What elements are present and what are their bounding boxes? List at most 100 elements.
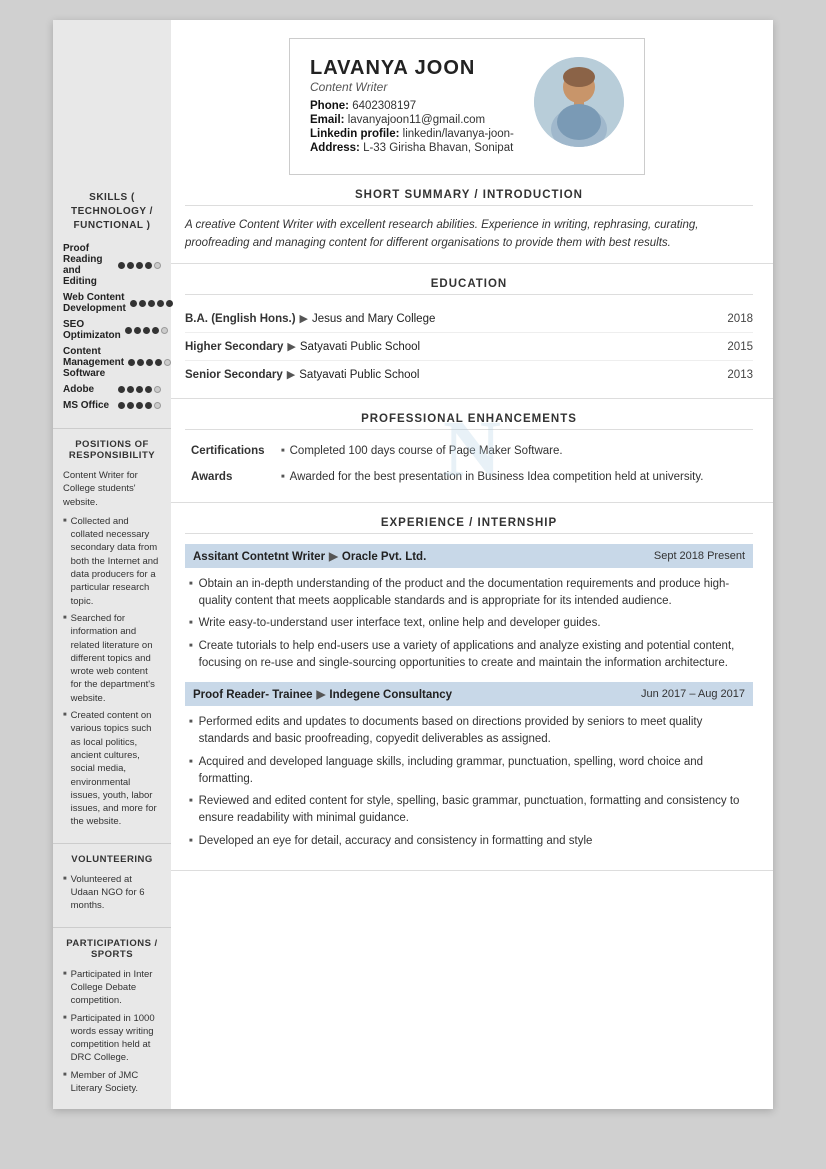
linkedin-label: Linkedin profile: bbox=[310, 128, 399, 140]
skill-dot bbox=[139, 300, 146, 307]
skill-dot bbox=[145, 402, 152, 409]
experience-section: EXPERIENCE / INTERNSHIP Assitant Contetn… bbox=[171, 503, 773, 871]
enhancement-row: Certifications Completed 100 days course … bbox=[185, 440, 753, 466]
skill-dot bbox=[146, 359, 153, 366]
skill-dots bbox=[118, 386, 161, 393]
skill-dot bbox=[161, 327, 168, 334]
edu-left: B.A. (English Hons.)▶Jesus and Mary Coll… bbox=[185, 312, 435, 325]
summary-text: A creative Content Writer with excellent… bbox=[185, 216, 753, 253]
exp-bullet-item: Reviewed and edited content for style, s… bbox=[189, 793, 753, 828]
enhancement-bullet: Awarded for the best presentation in Bus… bbox=[281, 471, 747, 483]
exp-bullet-item: Write easy-to-understand user interface … bbox=[189, 615, 753, 632]
left-top-gray bbox=[53, 20, 171, 175]
skills-section: SKILLS ( TECHNOLOGY / FUNCTIONAL ) Proof… bbox=[53, 175, 171, 429]
skill-dot bbox=[143, 327, 150, 334]
enhancements-section: N PROFESSIONAL ENHANCEMENTS Certificatio… bbox=[171, 399, 773, 503]
skill-dots bbox=[130, 300, 173, 307]
skill-name: SEO Optimizaton bbox=[63, 319, 121, 341]
skill-dots bbox=[125, 327, 168, 334]
skill-dot bbox=[118, 386, 125, 393]
volunteering-title: VOLUNTEERING bbox=[63, 854, 161, 865]
participations-section: PARTICIPATIONS / SPORTS Participated in … bbox=[53, 928, 171, 1110]
skill-dot bbox=[130, 300, 137, 307]
edu-year: 2018 bbox=[727, 313, 753, 325]
skill-item: MS Office bbox=[63, 400, 161, 411]
skill-dots bbox=[128, 359, 171, 366]
linkedin-row: Linkedin profile: linkedin/lavanya-joon- bbox=[310, 128, 514, 140]
skill-dot bbox=[118, 262, 125, 269]
address-label: Address: bbox=[310, 142, 360, 154]
enhancement-content: Awarded for the best presentation in Bus… bbox=[275, 466, 753, 492]
exp-bullet-item: Performed edits and updates to documents… bbox=[189, 714, 753, 749]
experience-jobs: Assitant Contetnt Writer▶Oracle Pvt. Ltd… bbox=[185, 544, 753, 850]
education-row: Higher Secondary▶Satyavati Public School… bbox=[185, 333, 753, 361]
skill-dot bbox=[118, 402, 125, 409]
skill-dot bbox=[154, 386, 161, 393]
volunteering-section: VOLUNTEERING Volunteered at Udaan NGO fo… bbox=[53, 844, 171, 928]
phone-label: Phone: bbox=[310, 100, 349, 112]
header-info: LAVANYA JOON Content Writer Phone: 64023… bbox=[310, 57, 514, 156]
edu-year: 2015 bbox=[727, 341, 753, 353]
summary-title: SHORT SUMMARY / INTRODUCTION bbox=[185, 189, 753, 206]
edu-left: Higher Secondary▶Satyavati Public School bbox=[185, 340, 420, 353]
address-row: Address: L-33 Girisha Bhavan, Sonipat bbox=[310, 142, 514, 154]
positions-bullet-item: Collected and collated necessary seconda… bbox=[63, 515, 161, 608]
exp-header: Proof Reader- Trainee▶Indegene Consultan… bbox=[185, 682, 753, 706]
skill-name: Web Content Development bbox=[63, 292, 126, 314]
participations-bullet-item: Participated in Inter College Debate com… bbox=[63, 968, 161, 1008]
skill-dot bbox=[148, 300, 155, 307]
positions-title: POSITIONS OF RESPONSIBILITY bbox=[63, 439, 161, 461]
skill-dot bbox=[154, 262, 161, 269]
positions-section: POSITIONS OF RESPONSIBILITY Content Writ… bbox=[53, 429, 171, 844]
skill-dot bbox=[136, 386, 143, 393]
education-list: B.A. (English Hons.)▶Jesus and Mary Coll… bbox=[185, 305, 753, 388]
enhancements-title: PROFESSIONAL ENHANCEMENTS bbox=[185, 413, 753, 430]
participations-bullet-item: Member of JMC Literary Society. bbox=[63, 1069, 161, 1096]
skill-dot bbox=[136, 402, 143, 409]
enhancement-label: Certifications bbox=[185, 440, 275, 466]
skill-name: MS Office bbox=[63, 400, 114, 411]
exp-bullet-item: Create tutorials to help end-users use a… bbox=[189, 638, 753, 673]
skill-dot bbox=[127, 262, 134, 269]
resume-container: LAVANYA JOON Content Writer Phone: 64023… bbox=[53, 20, 773, 1109]
exp-bullets: Obtain an in-depth understanding of the … bbox=[185, 576, 753, 672]
skill-dot bbox=[128, 359, 135, 366]
positions-bullets: Collected and collated necessary seconda… bbox=[63, 515, 161, 829]
edu-left: Senior Secondary▶Satyavati Public School bbox=[185, 368, 419, 381]
edu-year: 2013 bbox=[727, 369, 753, 381]
skill-name: Adobe bbox=[63, 384, 114, 395]
participations-bullets: Participated in Inter College Debate com… bbox=[63, 968, 161, 1096]
skill-item: Proof Reading and Editing bbox=[63, 243, 161, 287]
candidate-name: LAVANYA JOON bbox=[310, 57, 514, 80]
address-value: L-33 Girisha Bhavan, Sonipat bbox=[363, 142, 513, 154]
phone-row: Phone: 6402308197 bbox=[310, 100, 514, 112]
skills-title: SKILLS ( TECHNOLOGY / FUNCTIONAL ) bbox=[63, 191, 161, 233]
skill-item: Adobe bbox=[63, 384, 161, 395]
exp-bullet-item: Obtain an in-depth understanding of the … bbox=[189, 576, 753, 611]
positions-bullet-item: Created content on various topics such a… bbox=[63, 709, 161, 829]
enhancement-bullet: Completed 100 days course of Page Maker … bbox=[281, 445, 747, 457]
header: LAVANYA JOON Content Writer Phone: 64023… bbox=[289, 38, 645, 175]
skill-dot bbox=[157, 300, 164, 307]
candidate-title: Content Writer bbox=[310, 80, 514, 94]
enhancement-label: Awards bbox=[185, 466, 275, 492]
left-sidebar: SKILLS ( TECHNOLOGY / FUNCTIONAL ) Proof… bbox=[53, 175, 171, 1109]
enhancement-row: Awards Awarded for the best presentation … bbox=[185, 466, 753, 492]
volunteering-bullets: Volunteered at Udaan NGO for 6 months. bbox=[63, 873, 161, 913]
experience-title: EXPERIENCE / INTERNSHIP bbox=[185, 517, 753, 534]
skill-dot bbox=[137, 359, 144, 366]
exp-bullet-item: Developed an eye for detail, accuracy an… bbox=[189, 833, 753, 850]
enhancements-table: Certifications Completed 100 days course … bbox=[185, 440, 753, 492]
education-section: EDUCATION B.A. (English Hons.)▶Jesus and… bbox=[171, 264, 773, 399]
skill-dot bbox=[134, 327, 141, 334]
skill-name: Content Management Software bbox=[63, 346, 124, 379]
avatar bbox=[534, 57, 624, 147]
education-row: B.A. (English Hons.)▶Jesus and Mary Coll… bbox=[185, 305, 753, 333]
header-wrapper: LAVANYA JOON Content Writer Phone: 64023… bbox=[53, 20, 773, 175]
skill-item: SEO Optimizaton bbox=[63, 319, 161, 341]
skill-dots bbox=[118, 402, 161, 409]
enhancement-content: Completed 100 days course of Page Maker … bbox=[275, 440, 753, 466]
skill-dots bbox=[118, 262, 161, 269]
skill-dot bbox=[155, 359, 162, 366]
exp-title: Proof Reader- Trainee▶Indegene Consultan… bbox=[193, 687, 452, 701]
